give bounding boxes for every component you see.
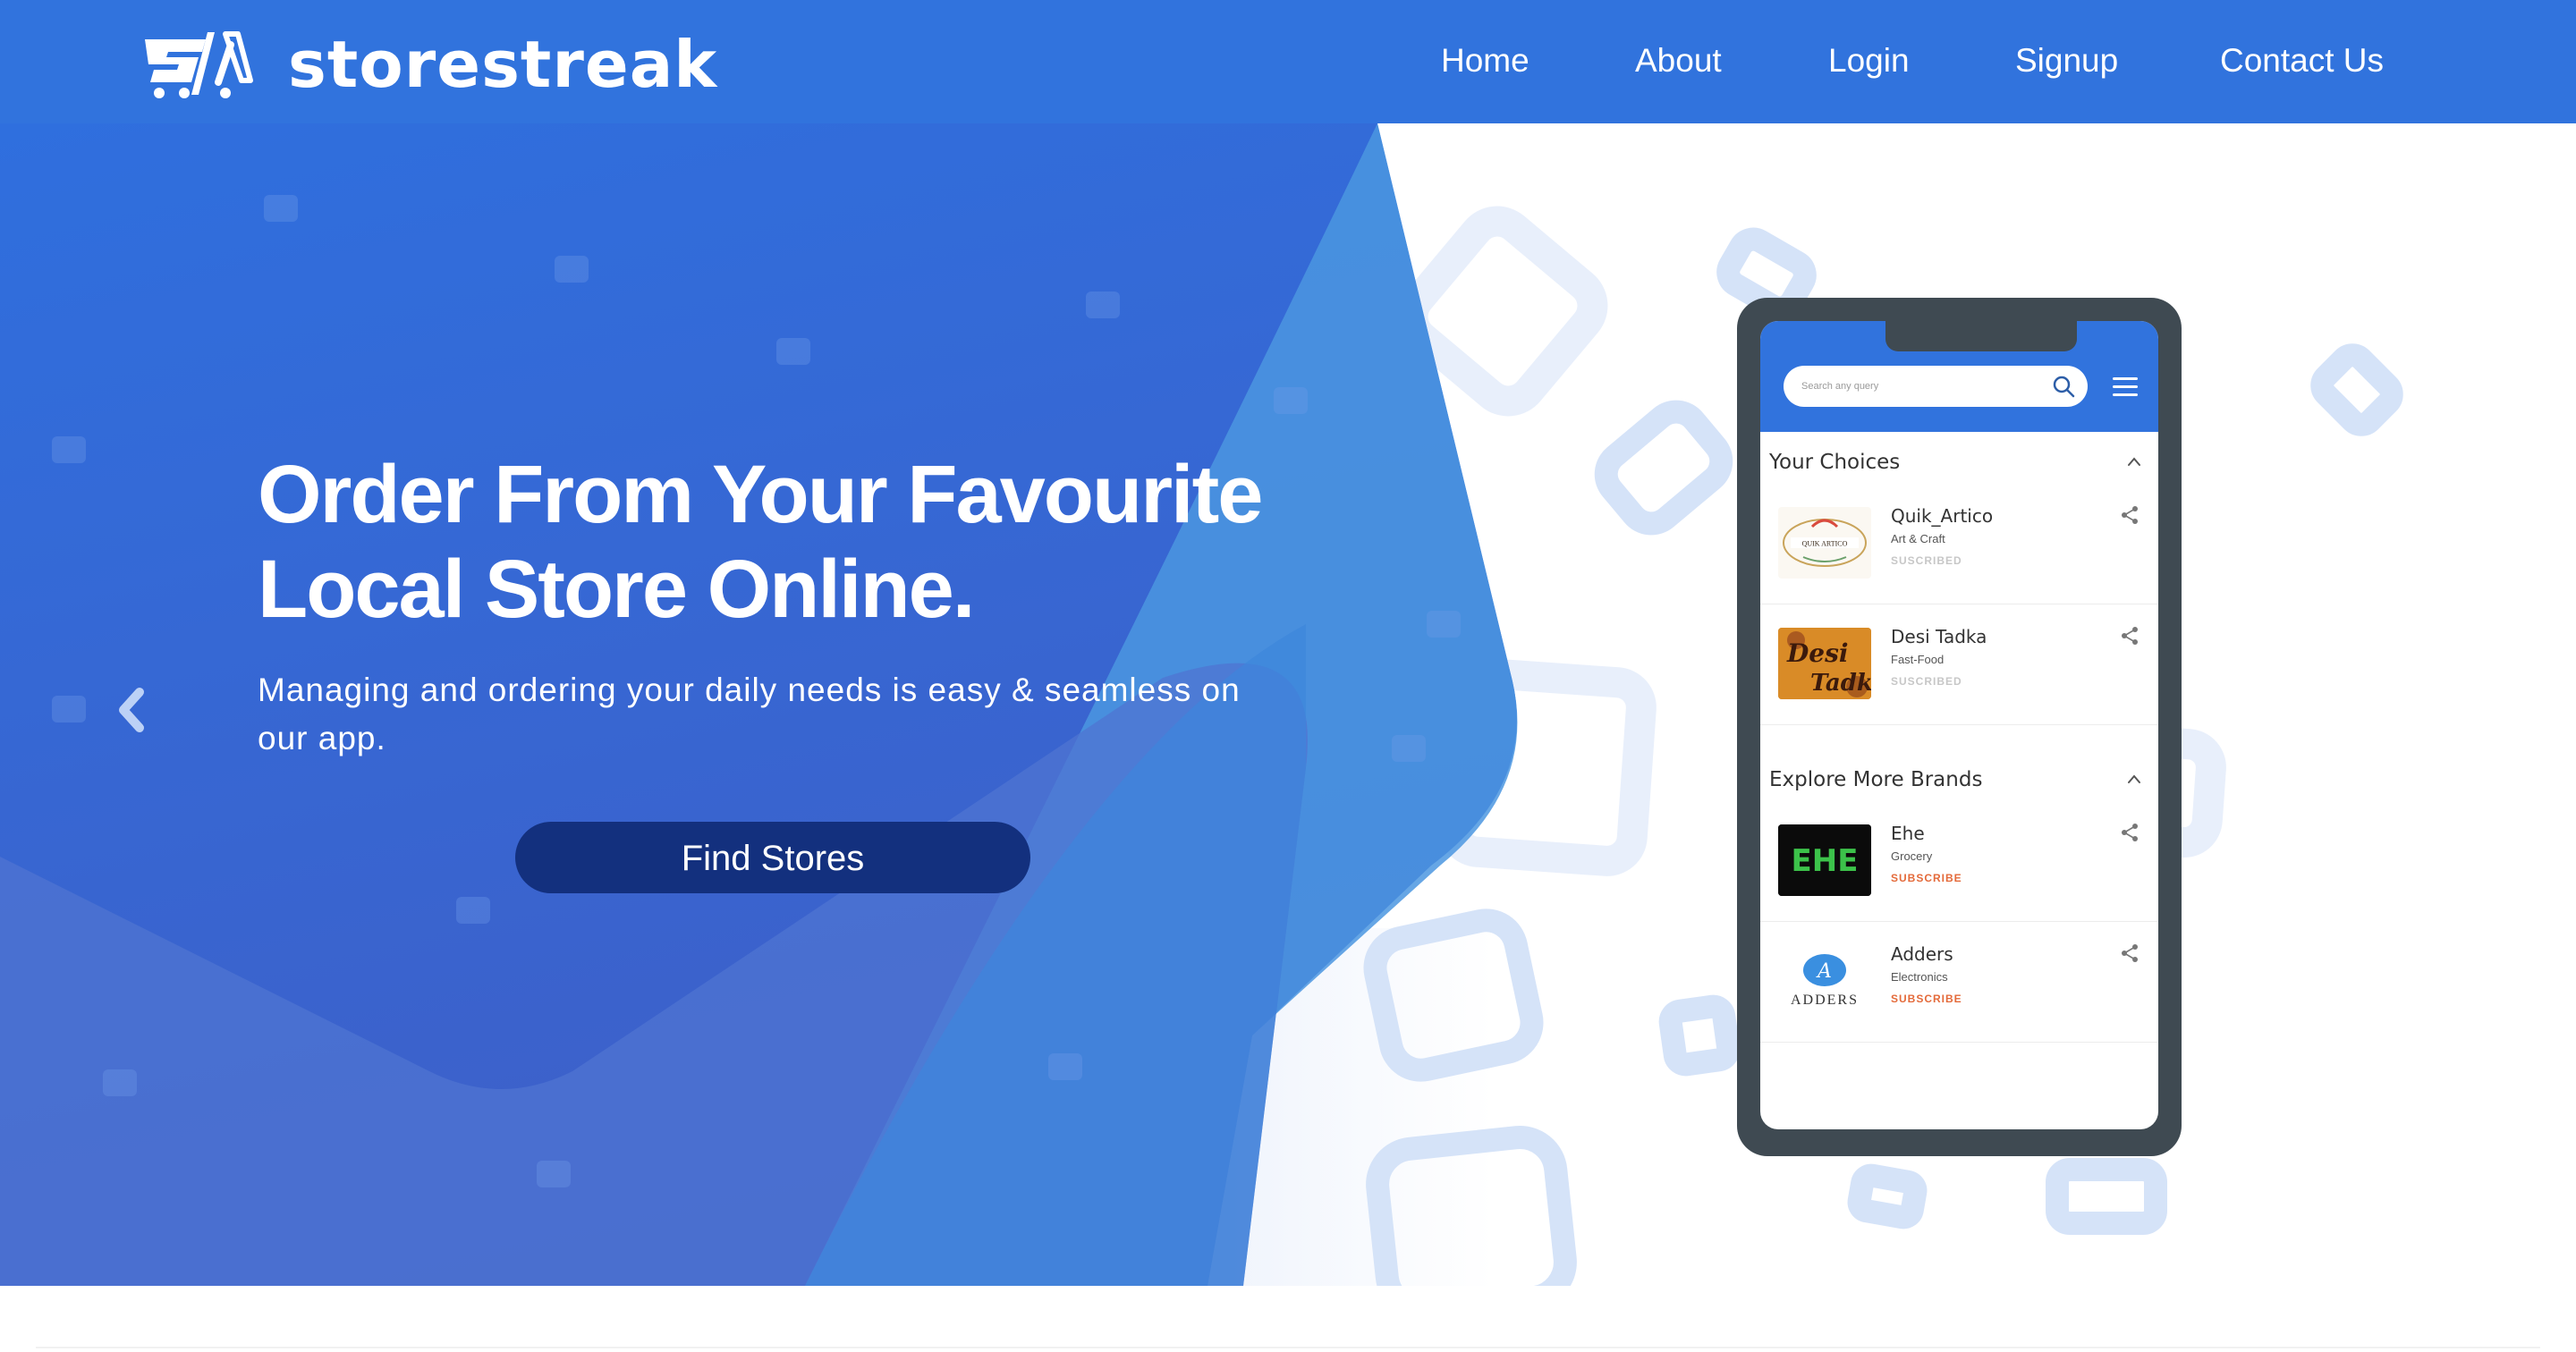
store-name: Adders: [1891, 943, 1953, 965]
store-logo-image: A ADDERS: [1791, 954, 1859, 1008]
section-title: Explore More Brands: [1769, 768, 1983, 791]
desi-tadka-word-1: Desi: [1786, 638, 1849, 668]
quik-artico-logo: QUIK ARTICO: [1778, 507, 1871, 579]
store-name: Desi Tadka: [1891, 626, 1987, 647]
share-icon[interactable]: [2120, 505, 2140, 525]
nav-contact-us[interactable]: Contact Us: [2220, 36, 2384, 86]
store-category: Fast-Food: [1891, 653, 1945, 666]
section-your-choices[interactable]: Your Choices: [1769, 444, 2149, 480]
store-card-adders[interactable]: A ADDERS Adders Electronics SUBSCRIBE: [1760, 922, 2158, 1043]
hero-title-line-1: Order From Your Favourite: [258, 449, 1263, 540]
store-card-ehe[interactable]: EHE Ehe Grocery SUBSCRIBE: [1760, 801, 2158, 922]
hero-title-line-2: Local Store Online.: [258, 544, 975, 635]
quik-artico-wordmark: QUIK ARTICO: [1802, 540, 1848, 548]
store-category: Electronics: [1891, 970, 1948, 984]
store-logo-image: QUIK ARTICO: [1783, 519, 1867, 567]
ehe-logo: EHE: [1778, 824, 1871, 896]
share-icon[interactable]: [2120, 626, 2140, 646]
store-name: Quik_Artico: [1891, 505, 1994, 527]
subscribe-button[interactable]: SUBSCRIBE: [1891, 869, 1962, 887]
site-header: storestreak Home About Login Signup Cont…: [0, 0, 2576, 123]
adders-mark: A: [1816, 960, 1832, 983]
section-explore-more-brands[interactable]: Explore More Brands: [1769, 762, 2149, 798]
chevron-up-icon[interactable]: [2126, 773, 2142, 785]
subscribe-button[interactable]: SUBSCRIBE: [1891, 990, 1962, 1008]
store-card-desi-tadka[interactable]: Desi Tadka Desi Tadka Fast-Food SUSCRIBE…: [1760, 604, 2158, 725]
adders-logo: A ADDERS: [1778, 945, 1871, 1017]
store-category: Grocery: [1891, 849, 1933, 863]
phone-screen: Your Choices QUIK ARTICO Quik_Artico Art…: [1760, 321, 2158, 1129]
main-nav: Home About Login Signup Contact Us: [0, 36, 2576, 86]
section-divider: [36, 1347, 2540, 1348]
app-search-input[interactable]: [1784, 366, 2088, 407]
ehe-wordmark: EHE: [1792, 843, 1859, 879]
find-stores-button[interactable]: Find Stores: [515, 822, 1030, 893]
chevron-up-icon[interactable]: [2126, 455, 2142, 468]
share-icon[interactable]: [2120, 823, 2140, 842]
desi-tadka-word-2: Tadka: [1810, 670, 1871, 697]
subscription-status: SUSCRIBED: [1891, 554, 1962, 567]
nav-login[interactable]: Login: [1828, 36, 1910, 86]
hero-banner: Order From Your Favourite Local Store On…: [0, 123, 2576, 1286]
hamburger-menu-icon[interactable]: [2113, 376, 2138, 397]
store-name: Ehe: [1891, 823, 1925, 844]
share-icon[interactable]: [2120, 943, 2140, 963]
nav-about[interactable]: About: [1635, 36, 1722, 86]
nav-signup[interactable]: Signup: [2015, 36, 2118, 86]
section-title: Your Choices: [1769, 451, 1901, 474]
store-logo-image: EHE: [1778, 824, 1871, 896]
search-icon[interactable]: [2052, 375, 2075, 398]
hero-title: Order From Your Favourite Local Store On…: [258, 447, 1295, 637]
chevron-left-icon[interactable]: [111, 683, 150, 737]
store-category: Art & Craft: [1891, 532, 1945, 545]
store-logo-image: Desi Tadka: [1778, 628, 1871, 699]
phone-mockup: Your Choices QUIK ARTICO Quik_Artico Art…: [1737, 298, 2182, 1156]
phone-notch: [1885, 321, 2077, 351]
nav-home[interactable]: Home: [1441, 36, 1530, 86]
store-card-quik-artico[interactable]: QUIK ARTICO Quik_Artico Art & Craft SUSC…: [1760, 484, 2158, 604]
subscription-status: SUSCRIBED: [1891, 675, 1962, 688]
adders-wordmark: ADDERS: [1791, 993, 1859, 1008]
hero-subtitle: Managing and ordering your daily needs i…: [258, 672, 1241, 756]
desi-tadka-logo: Desi Tadka: [1778, 628, 1871, 699]
